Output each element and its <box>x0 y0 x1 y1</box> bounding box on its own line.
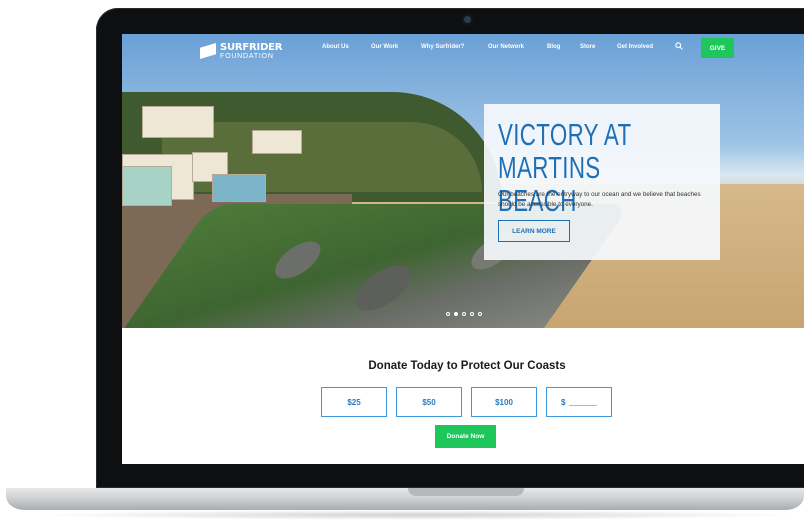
nav-item-store[interactable]: Store <box>580 44 595 50</box>
logo-subtitle: FOUNDATION <box>220 52 274 60</box>
nav-item-why-surfrider[interactable]: Why Surfrider? <box>421 44 464 50</box>
hero-house <box>142 106 214 138</box>
custom-amount-underline <box>569 404 598 406</box>
give-button[interactable]: GIVE <box>701 38 734 58</box>
carousel-dots <box>446 312 482 316</box>
nav-item-about-us[interactable]: About Us <box>322 44 349 50</box>
logo-title: SURFRIDER <box>220 41 283 53</box>
donate-amount-50-button[interactable]: $50 <box>396 387 462 417</box>
custom-amount-field[interactable]: $ <box>546 387 612 417</box>
hero-card: VICTORY AT MARTINS BEACH Our beaches are… <box>484 104 720 260</box>
carousel-dot[interactable] <box>462 312 466 316</box>
camera-icon <box>464 16 471 23</box>
nav-item-our-work[interactable]: Our Work <box>371 44 398 50</box>
donate-amount-100-button[interactable]: $100 <box>471 387 537 417</box>
top-navigation: SURFRIDER FOUNDATION About Us Our Work W… <box>122 34 804 68</box>
surfrider-logo[interactable]: SURFRIDER FOUNDATION <box>200 40 283 62</box>
carousel-dot[interactable] <box>446 312 450 316</box>
logo-wave-icon <box>200 43 216 59</box>
nav-item-blog[interactable]: Blog <box>547 44 560 50</box>
browser-screen: SURFRIDER FOUNDATION About Us Our Work W… <box>122 34 804 464</box>
donate-amount-25-button[interactable]: $25 <box>321 387 387 417</box>
hero-house <box>252 130 302 154</box>
carousel-dot-active[interactable] <box>454 312 458 316</box>
search-icon[interactable] <box>675 42 683 50</box>
laptop-base-notch <box>408 488 524 496</box>
hero-house <box>212 174 266 202</box>
hero-description: Our beaches are the entryway to our ocea… <box>498 191 701 208</box>
hero-house <box>122 166 172 206</box>
currency-label: $ <box>561 397 566 407</box>
donate-now-button[interactable]: Donate Now <box>435 425 496 448</box>
nav-item-get-involved[interactable]: Get Involved <box>617 44 653 50</box>
hero-banner: SURFRIDER FOUNDATION About Us Our Work W… <box>122 34 804 328</box>
learn-more-button[interactable]: LEARN MORE <box>498 220 570 242</box>
laptop-shadow <box>30 510 800 520</box>
nav-item-our-network[interactable]: Our Network <box>488 44 524 50</box>
carousel-dot[interactable] <box>470 312 474 316</box>
donate-title: Donate Today to Protect Our Coasts <box>368 360 566 372</box>
laptop-base <box>6 488 804 510</box>
carousel-dot[interactable] <box>478 312 482 316</box>
